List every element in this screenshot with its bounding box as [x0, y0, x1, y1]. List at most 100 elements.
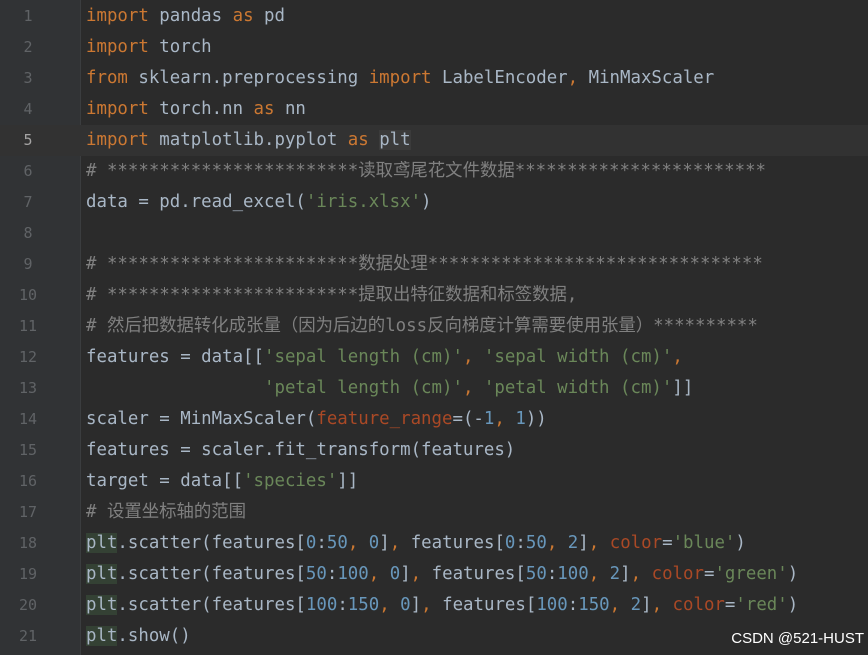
code-line[interactable]: 6 # ************************读取鸢尾花文件数据****… [0, 156, 868, 187]
line-number: 2 [23, 38, 33, 56]
code-token: .scatter(features[ [117, 533, 306, 553]
code-editor[interactable]: 1 import pandas as pd 2 import torch 3 from s… [0, 0, 868, 655]
code-token: , [546, 533, 568, 553]
code-token: nn [274, 99, 306, 119]
code-text: # ************************数据处理**********… [86, 249, 763, 280]
code-text: import torch [86, 32, 212, 63]
code-token: 50 [525, 533, 547, 553]
code-token: 1 [483, 409, 495, 429]
code-text: scaler = MinMaxScaler(feature_range=(-1,… [86, 404, 547, 435]
code-line[interactable]: 16 target = data[['species']] [0, 466, 868, 497]
code-text: target = data[['species']] [86, 466, 358, 497]
code-line[interactable]: 1 import pandas as pd [0, 1, 868, 32]
code-token: , [368, 564, 390, 584]
code-token: 150 [347, 595, 380, 615]
code-token: torch [148, 37, 212, 57]
code-token: 0 [504, 533, 516, 553]
code-line[interactable]: 8 [0, 218, 868, 249]
code-text: # 设置坐标轴的范围 [86, 497, 246, 528]
code-line[interactable]: 20 plt.scatter(features[100:150, 0], feat… [0, 590, 868, 621]
code-token: plt [379, 130, 411, 150]
line-number: 3 [23, 69, 33, 87]
code-token: , [494, 409, 516, 429]
line-number: 12 [18, 348, 38, 366]
code-token: 'petal length (cm)' [264, 378, 463, 398]
code-line[interactable]: 9 # ************************数据处理*********… [0, 249, 868, 280]
code-text: # ************************提取出特征数据和标签数据, [86, 280, 577, 311]
code-token: , [630, 564, 652, 584]
code-token: 100 [557, 564, 589, 584]
line-number: 19 [18, 565, 38, 583]
code-token: 0 [368, 533, 380, 553]
code-token: ] [410, 595, 422, 615]
code-line[interactable]: 7 data = pd.read_excel('iris.xlsx') [0, 187, 868, 218]
code-token: as [347, 130, 369, 150]
code-text: features = data[['sepal length (cm)', 's… [86, 342, 683, 373]
code-token: LabelEncoder [431, 68, 568, 88]
line-number: 10 [18, 286, 38, 304]
code-token: : [326, 564, 338, 584]
code-token: , [410, 564, 432, 584]
code-token: scaler = MinMaxScaler( [86, 409, 317, 429]
line-number: 4 [23, 100, 33, 118]
code-token: MinMaxScaler [578, 68, 715, 88]
line-number: 21 [18, 627, 38, 645]
code-token: , [588, 533, 610, 553]
code-token: sklearn.preprocessing [127, 68, 369, 88]
code-token: # ************************数据处理**********… [86, 254, 763, 274]
code-token: , [672, 347, 683, 367]
code-token: , [609, 595, 631, 615]
code-token: 'blue' [672, 533, 736, 553]
code-line[interactable]: 4 import torch.nn as nn [0, 94, 868, 125]
code-token: , [421, 595, 443, 615]
line-number: 8 [23, 224, 33, 242]
code-text: features = scaler.fit_transform(features… [86, 435, 515, 466]
code-text: plt.scatter(features[50:100, 0], feature… [86, 559, 798, 590]
code-line[interactable]: 12 features = data[['sepal length (cm)', … [0, 342, 868, 373]
code-line[interactable]: 19 plt.scatter(features[50:100, 0], featu… [0, 559, 868, 590]
code-text: plt.show() [86, 621, 191, 652]
line-number: 17 [18, 503, 38, 521]
line-number: 13 [18, 379, 38, 397]
code-token: 50 [305, 564, 327, 584]
code-token: ] [641, 595, 652, 615]
code-token: import [86, 130, 149, 150]
line-number: 15 [18, 441, 38, 459]
code-line[interactable]: 11 # 然后把数据转化成张量（因为后边的loss反向梯度计算需要使用张量）***… [0, 311, 868, 342]
code-token: = [662, 533, 673, 553]
code-token: 0 [400, 595, 411, 615]
code-line[interactable]: 2 import torch [0, 32, 868, 63]
code-token: , [651, 595, 673, 615]
code-token: ) [735, 533, 746, 553]
code-token: 100 [305, 595, 338, 615]
line-number: 18 [18, 534, 38, 552]
code-token: ] [400, 564, 411, 584]
code-token: = [703, 564, 715, 584]
code-token: features = data[[ [86, 347, 264, 367]
code-token: ] [620, 564, 631, 584]
code-text: import matplotlib.pyplot as plt [86, 125, 411, 156]
line-number: 5 [23, 131, 33, 149]
code-line[interactable]: 17 # 设置坐标轴的范围 [0, 497, 868, 528]
code-token: torch.nn [148, 99, 254, 119]
code-line[interactable]: 14 scaler = MinMaxScaler(feature_range=(-… [0, 404, 868, 435]
code-token: 'green' [714, 564, 788, 584]
code-token: pandas [148, 6, 233, 26]
line-number: 14 [18, 410, 38, 428]
code-line[interactable]: 3 from sklearn.preprocessing import Label… [0, 63, 868, 94]
code-token: 2 [630, 595, 642, 615]
code-line[interactable]: 13 'petal length (cm)', 'petal width (cm… [0, 373, 868, 404]
code-token: data = pd.read_excel( [86, 192, 306, 212]
code-token: plt [86, 564, 118, 584]
code-line[interactable]: 15 features = scaler.fit_transform(featur… [0, 435, 868, 466]
code-token: as [232, 6, 254, 26]
code-token: import [86, 99, 149, 119]
code-line[interactable]: 18 plt.scatter(features[0:50, 0], feature… [0, 528, 868, 559]
code-token: : [316, 533, 327, 553]
code-line[interactable]: 5 import matplotlib.pyplot as plt [0, 125, 868, 156]
code-token: , [588, 564, 610, 584]
code-token: 100 [337, 564, 369, 584]
code-line[interactable]: 10 # ************************提取出特征数据和标签数据… [0, 280, 868, 311]
code-token: , [462, 347, 484, 367]
line-number: 7 [23, 193, 33, 211]
